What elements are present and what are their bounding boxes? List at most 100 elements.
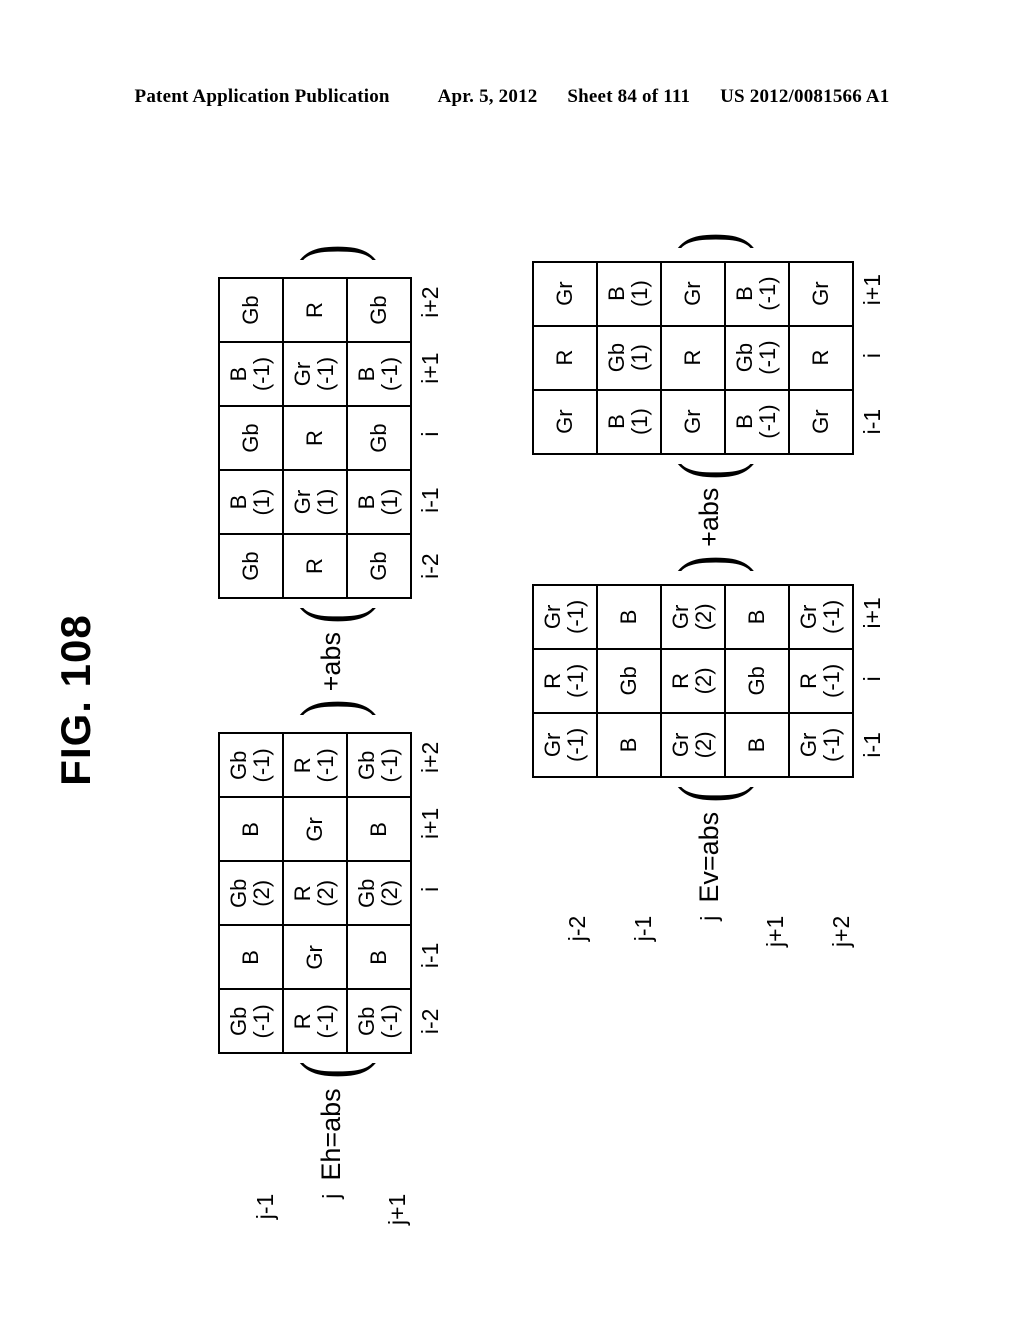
col-axis-label: i-1 xyxy=(859,408,885,435)
cell-weight: (1) xyxy=(627,280,652,308)
table-row: B (-1) Gb (-1) B (-1) xyxy=(725,261,789,454)
eh-grid-1-table: Gb (-1) B Gb (2) B Gb (-1) R (-1) Gr R (2) Gr R (-1) Gb(… xyxy=(218,732,412,1055)
eh-grid-1: Gb (-1) B Gb (2) B Gb (-1) R (-1) Gr R (2) Gr R (-1) Gb(… xyxy=(218,724,444,1055)
grid-cell: Gr xyxy=(283,797,347,862)
cell-weight: (-1) xyxy=(313,1004,338,1039)
cell-weight: (-1) xyxy=(819,727,844,762)
cell-weight: (-1) xyxy=(563,727,588,762)
cell-weight: (-1) xyxy=(819,663,844,698)
grid-cell: Gb (2) xyxy=(219,861,283,926)
grid-cell: Gr (-1) xyxy=(533,712,597,777)
cell-weight: (-1) xyxy=(377,356,402,392)
cell-channel: B xyxy=(226,366,252,382)
cell-channel: B xyxy=(743,609,769,625)
cell-channel: Gb xyxy=(732,342,758,373)
col-axis-label: i-2 xyxy=(417,1008,443,1035)
table-row: R Gr (1) R Gr (-1) R xyxy=(283,278,347,599)
grid-cell: Gb xyxy=(725,648,789,713)
cell-weight: (1) xyxy=(313,488,338,516)
row-axis-label: j xyxy=(317,1193,344,1199)
grid-cell: R xyxy=(283,278,347,343)
grid-cell: Gr xyxy=(789,261,853,326)
cell-channel: Gb xyxy=(237,551,263,581)
col-axis-label: i xyxy=(417,431,443,437)
cell-channel: R xyxy=(668,672,694,689)
cell-weight: (-1) xyxy=(377,748,402,783)
grid-cell: B (1) xyxy=(597,261,661,326)
grid-cell: Gr (2) xyxy=(661,712,725,777)
grid-cell: B (-1) xyxy=(725,389,789,454)
table-row: B Gb B xyxy=(725,584,789,777)
cell-channel: Gb xyxy=(354,750,380,781)
cell-channel: Gb xyxy=(365,551,391,581)
grid-cell: R xyxy=(661,325,725,390)
cell-channel: Gr xyxy=(540,732,566,758)
cell-channel: B xyxy=(743,737,769,753)
col-axis-label: i xyxy=(417,886,443,892)
cell-channel: B xyxy=(237,822,263,837)
cell-weight: (-1) xyxy=(755,276,780,311)
cell-channel: B xyxy=(604,286,630,301)
cell-channel: Gb xyxy=(604,342,630,373)
grid-cell: Gb (-1) xyxy=(725,325,789,390)
row-axis-label: j-1 xyxy=(251,1193,278,1220)
ev-grid-2-table: Gr R Gr B (1) Gb (1) B (1) Gr R Gr B (-1) Gb (-1) B (-1) G… xyxy=(532,260,854,455)
cell-weight: (-1) xyxy=(819,599,844,634)
grid-cell: Gr (2) xyxy=(661,584,725,649)
grid-cell: Gb xyxy=(347,406,411,471)
cell-channel: B xyxy=(732,414,758,429)
cell-channel: B xyxy=(354,366,380,382)
cell-weight: (1) xyxy=(377,488,402,516)
cell-channel: Gb xyxy=(237,295,263,325)
cell-channel: B xyxy=(354,494,380,510)
eh-grid-2-col-labels: i-2 i-1 i i+1 i+2 xyxy=(412,269,444,599)
ev-row-labels: j-2 j-1 j j+1 j+2 xyxy=(544,909,874,947)
table-row: Gr (-1) R (-1) Gr (-1) xyxy=(789,584,853,777)
grid-cell: Gb xyxy=(219,278,283,343)
row-axis-label: j+2 xyxy=(827,915,854,947)
grid-cell: B xyxy=(597,584,661,649)
figure-canvas: FIG. 108 j-1 j j+1 Eh=abs ( Gb (-1) B Gb (2) B G… xyxy=(52,175,885,1225)
eh-connector: +abs xyxy=(315,632,346,692)
eh-grid-2: Gb B (1) Gb B (-1) Gb R Gr (1) R Gr (-1) R Gb B (1) Gb B (-… xyxy=(218,269,444,600)
grid-cell: Gr (-1) xyxy=(283,342,347,407)
cell-channel: Gr xyxy=(796,604,822,630)
table-row: Gr (-1) R (-1) Gr (-1) xyxy=(533,584,597,777)
cell-weight: (1) xyxy=(627,344,652,372)
cell-channel: B xyxy=(615,609,641,625)
table-row: Gr (2) R (2) Gr (2) xyxy=(661,584,725,777)
cell-weight: (1) xyxy=(249,488,274,516)
cell-channel: B xyxy=(732,286,758,301)
cell-channel: Gb xyxy=(365,423,391,453)
cell-channel: Gr xyxy=(807,281,833,306)
cell-channel: R xyxy=(290,757,316,774)
equation-ev: j-2 j-1 j j+1 j+2 Ev=abs ( Gr (-1) R (-1) Gr (-1)… xyxy=(532,225,886,947)
grid-cell: R (-1) xyxy=(283,733,347,798)
eh-grid-2-table: Gb B (1) Gb B (-1) Gb R Gr (1) R Gr (-1) R Gb B (1) Gb B (-… xyxy=(218,277,412,600)
cell-channel: R xyxy=(807,349,833,366)
col-axis-label: i-2 xyxy=(417,553,443,579)
cell-channel: Gr xyxy=(668,604,694,630)
ev-grid-1-col-labels: i-1 i i+1 xyxy=(854,580,886,778)
grid-cell: Gr xyxy=(283,925,347,990)
cell-weight: (-1) xyxy=(249,1004,274,1039)
grid-cell: R (-1) xyxy=(283,989,347,1054)
table-row: B (1) Gb (1) B (1) xyxy=(597,261,661,454)
eh-grid-1-col-labels: i-2 i-1 i i+1 i+2 xyxy=(412,724,444,1054)
col-axis-label: i-1 xyxy=(417,487,443,513)
cell-channel: Gb xyxy=(743,666,769,696)
cell-channel: R xyxy=(290,1013,316,1030)
grid-cell: R xyxy=(283,534,347,599)
cell-channel: Gb xyxy=(365,295,391,325)
table-row: Gr R Gr xyxy=(661,261,725,454)
header-date: Apr. 5, 2012 xyxy=(437,86,538,107)
cell-channel: R xyxy=(301,558,327,575)
grid-cell: B (-1) xyxy=(347,342,411,407)
ev-grid-1: Gr (-1) R (-1) Gr (-1) B Gb B Gr (2) R (2) Gr (2) B Gb B G… xyxy=(532,580,886,778)
cell-weight: (2) xyxy=(691,603,716,631)
cell-channel: R xyxy=(301,302,327,319)
cell-weight: (-1) xyxy=(249,748,274,783)
table-row: Gb (-1) B Gb (2) B Gb (-1) xyxy=(219,733,283,1054)
cell-channel: Gr xyxy=(551,281,577,306)
cell-weight: (-1) xyxy=(755,404,780,439)
